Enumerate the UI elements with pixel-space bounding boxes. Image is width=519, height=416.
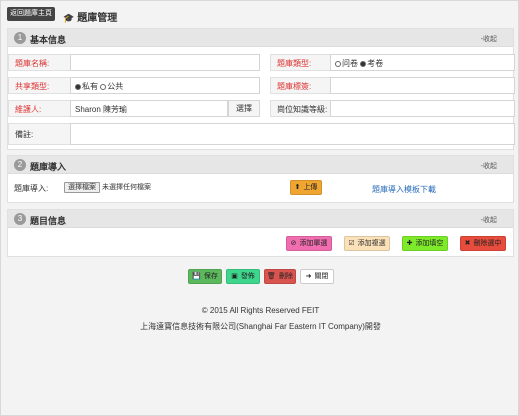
radio-exam[interactable] [360,61,367,67]
collapse-toggle[interactable]: -收起 [481,34,497,44]
bank-type-radio-group: 问卷 考卷 [330,54,515,71]
basic-info-panel: 1 基本信息 -收起 題庫名稱: 題庫類型: 问卷 考卷 共享類型: 私有 公共… [7,28,515,150]
bank-tags-label: 題庫標簽: [270,77,330,94]
save-button[interactable]: 💾 保存 [188,269,222,284]
publish-icon: ▣ [231,273,238,280]
delete-button[interactable]: 🗑 刪除 [264,269,296,284]
circle-check-icon: ⊘ [290,240,297,247]
choose-file-button[interactable]: 選擇檔案 [64,182,100,193]
template-download-link[interactable]: 題庫導入模板下載 [372,184,436,195]
file-status: 未選擇任何檔案 [102,184,151,191]
question-info-panel: 3 題目信息 -收起 ⊘ 添加單選 ☑ 添加複選 ✚ 添加填空 ✖ 刪除選中 [7,209,514,257]
maintainer-label: 維護人: [8,100,70,117]
bank-type-label: 題庫類型: [270,54,330,71]
import-label: 題庫導入: [14,184,49,193]
question-info-header[interactable]: 3 題目信息 -收起 [8,210,513,228]
checkbox-icon: ☑ [348,240,355,247]
import-header[interactable]: 2 題庫導入 -收起 [8,156,513,174]
basic-info-header[interactable]: 1 基本信息 -收起 [8,29,513,47]
app-frame: 返回題庫主頁 🎓 題庫管理 1 基本信息 -收起 題庫名稱: 題庫類型: 问卷 考… [0,0,519,416]
position-level-input[interactable] [330,100,515,117]
share-type-radio-group: 私有 公共 [70,77,260,94]
bank-name-label: 題庫名稱: [8,54,70,71]
x-mark-icon: ✖ [464,240,471,247]
bank-name-input[interactable] [70,54,260,71]
footer-copyright: © 2015 All Rights Reserved FEIT [201,306,320,315]
graduation-cap-icon: 🎓 [63,13,75,23]
section-number-badge: 1 [14,32,26,44]
section-number-badge: 3 [14,213,26,225]
publish-button[interactable]: ▣ 發佈 [226,269,260,284]
position-level-label: 崗位知識等級: [270,100,330,117]
plus-icon: ✚ [406,240,413,247]
back-to-bank-home-button[interactable]: 返回題庫主頁 [7,7,55,21]
footer-developer: 上海遠寶信息技術有限公司(Shanghai Far Eastern IT Com… [140,322,381,331]
remark-textarea[interactable] [70,123,515,145]
radio-public[interactable] [100,84,107,90]
close-button[interactable]: ➜ 關閉 [300,269,334,284]
question-info-title: 題目信息 [30,216,67,226]
page-title: 🎓 題庫管理 [63,13,118,24]
collapse-toggle[interactable]: -收起 [481,161,497,171]
import-title: 題庫導入 [30,162,67,172]
file-picker: 選擇檔案 未選擇任何檔案 [64,182,151,193]
share-type-label: 共享類型: [8,77,70,94]
upload-button[interactable]: ⬆ 上傳 [290,180,322,195]
basic-info-title: 基本信息 [30,35,67,45]
trash-icon: 🗑 [267,273,276,280]
add-single-choice-button[interactable]: ⊘ 添加單選 [286,236,332,251]
bank-tags-input[interactable] [330,77,515,94]
add-multi-choice-button[interactable]: ☑ 添加複選 [344,236,390,251]
section-number-badge: 2 [14,159,26,171]
exit-icon: ➜ [305,273,312,280]
select-maintainer-button[interactable]: 選擇 [228,100,260,117]
save-icon: 💾 [192,273,201,280]
add-fill-blank-button[interactable]: ✚ 添加填空 [402,236,448,251]
delete-selected-button[interactable]: ✖ 刪除選中 [460,236,506,251]
remark-label: 備註: [8,123,70,145]
maintainer-field: Sharon 陳芳瑜 [70,100,228,117]
collapse-toggle[interactable]: -收起 [481,215,497,225]
upload-icon: ⬆ [294,184,301,191]
radio-private[interactable] [75,84,81,90]
radio-questionnaire[interactable] [335,61,341,67]
import-panel: 2 題庫導入 -收起 題庫導入: 選擇檔案 未選擇任何檔案 ⬆ 上傳 題庫導入模板下… [7,155,514,203]
